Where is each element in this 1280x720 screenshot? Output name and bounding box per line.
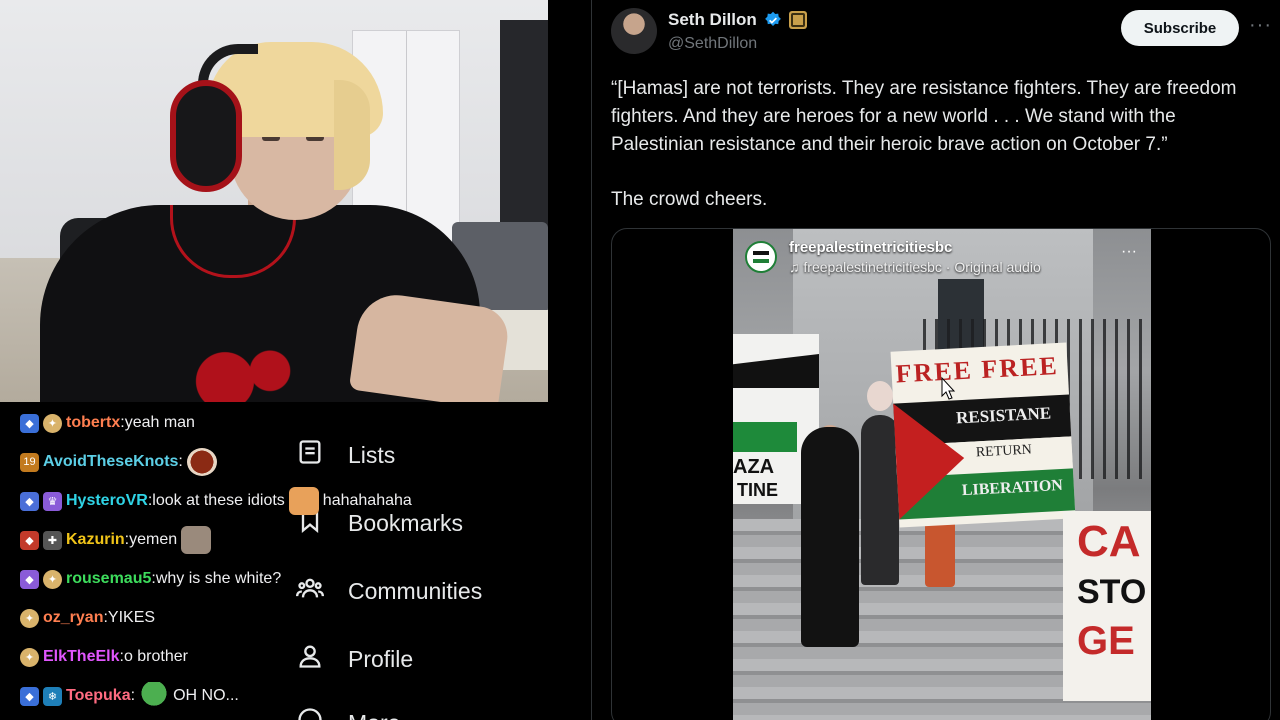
chat-username[interactable]: rousemau5 xyxy=(66,570,151,588)
face-emote-icon xyxy=(181,526,212,554)
chat-text: yemen xyxy=(129,531,178,548)
video-audio-label[interactable]: ♫ freepalestinetricitiesbc · Original au… xyxy=(789,259,1041,275)
subscribe-button[interactable]: Subscribe xyxy=(1121,10,1239,46)
chat-text: OH NO... xyxy=(173,687,239,704)
banner-left-text-1: AZA xyxy=(733,456,775,478)
headset-earcup xyxy=(170,80,242,192)
more-icon xyxy=(296,706,324,720)
chat-overlay: Lists Bookmarks Communities Profile More… xyxy=(0,402,548,720)
column-divider xyxy=(591,0,592,720)
chat-separator: : xyxy=(178,453,183,470)
avatar[interactable] xyxy=(611,8,657,54)
chat-text: yeah man xyxy=(124,414,195,431)
chat-message: 19 AvoidTheseKnots: xyxy=(20,447,217,477)
banner-green-stripe xyxy=(733,422,797,452)
chat-username[interactable]: oz_ryan xyxy=(43,609,103,627)
chat-username[interactable]: ElkTheElk xyxy=(43,648,119,666)
pepe-emote-icon xyxy=(139,682,170,710)
verified-badge-icon xyxy=(764,11,782,29)
more-options-icon[interactable]: ··· xyxy=(1249,14,1272,37)
banner-right-text-1: CA xyxy=(1077,517,1141,566)
nav-profile-label: Profile xyxy=(348,645,414,672)
tweet-media[interactable]: AZA TINE FREE FREE RESISTANE RETURN LIBE… xyxy=(611,228,1271,720)
chat-text-tail: hahahahaha xyxy=(322,492,412,509)
tweet-body-2: The crowd cheers. xyxy=(611,189,768,210)
tweet-handle[interactable]: @SethDillon xyxy=(668,35,757,53)
chat-message: ✦ oz_ryan: YIKES xyxy=(20,603,155,633)
emote-icon xyxy=(186,448,217,476)
nav-communities[interactable]: Communities xyxy=(296,574,482,608)
banner-right-text-3: GE xyxy=(1077,619,1135,663)
nav-more[interactable]: More xyxy=(296,706,400,720)
streamer-webcam xyxy=(0,0,548,402)
protester-body xyxy=(861,415,899,585)
video-username[interactable]: freepalestinetricitiesbc xyxy=(789,239,952,256)
room-dark-panel xyxy=(500,20,548,240)
sub-badge-icon: ◆ xyxy=(20,686,39,706)
speaker-body xyxy=(801,427,859,647)
chat-username[interactable]: HysteroVR xyxy=(66,492,148,510)
protester-head xyxy=(867,381,893,411)
gift-badge-icon: ✦ xyxy=(43,413,62,433)
chat-message: ◆ ✚ Kazurin: yemen xyxy=(20,525,212,555)
banner-black-stripe xyxy=(733,354,819,388)
nav-lists[interactable]: Lists xyxy=(296,438,395,472)
embedded-video[interactable]: AZA TINE FREE FREE RESISTANE RETURN LIBE… xyxy=(733,229,1151,720)
chat-message: ◆ ✦ tobertx: yeah man xyxy=(20,408,195,438)
palestine-flag-banner: FREE FREE RESISTANE RETURN LIBERATION xyxy=(890,342,1076,528)
video-menu-icon[interactable]: ··· xyxy=(1121,243,1137,261)
gift-badge-icon: ✦ xyxy=(43,569,62,589)
snowflake-badge-icon: ❄ xyxy=(43,686,62,706)
chat-username[interactable]: Toepuka xyxy=(66,687,131,705)
chat-message: ◆ ✦ rousemau5: why is she white? xyxy=(20,564,281,594)
sub-badge-icon: ◆ xyxy=(20,569,39,589)
bits-badge-icon: ✚ xyxy=(43,530,62,550)
profile-icon xyxy=(296,642,324,676)
sub-badge-icon: ◆ xyxy=(20,530,39,550)
banner-left-text-2: TINE xyxy=(737,480,779,500)
nav-more-label: More xyxy=(348,710,400,720)
chat-text: look at these idiots xyxy=(152,492,285,509)
chat-message: ✦ ElkTheElk: o brother xyxy=(20,642,188,672)
chat-text: YIKES xyxy=(107,609,156,626)
tweet-display-name[interactable]: Seth Dillon xyxy=(668,10,757,30)
gift-badge-icon: ✦ xyxy=(20,647,39,667)
chat-text: o brother xyxy=(123,648,188,665)
flag-banner-top-text: FREE FREE xyxy=(894,350,1060,389)
cat-emote-icon xyxy=(288,487,319,515)
chat-username[interactable]: tobertx xyxy=(66,414,120,432)
sub-badge-icon: ◆ xyxy=(20,491,39,511)
year-badge-icon: 19 xyxy=(20,452,39,472)
prime-badge-icon: ♛ xyxy=(43,491,62,511)
nav-lists-label: Lists xyxy=(348,441,396,468)
nav-profile[interactable]: Profile xyxy=(296,642,413,676)
chat-username[interactable]: AvoidTheseKnots xyxy=(43,453,178,471)
chat-username[interactable]: Kazurin xyxy=(66,531,125,549)
nav-communities-label: Communities xyxy=(348,577,483,604)
shirt-print xyxy=(165,350,315,402)
flag-banner-text-2: RETURN xyxy=(975,442,1033,461)
video-account-avatar[interactable] xyxy=(745,241,777,273)
tweet-body: “[Hamas] are not terrorists. They are re… xyxy=(611,78,1237,155)
chat-message: ◆ ♛ HysteroVR: look at these idiots haha… xyxy=(20,486,412,516)
list-icon xyxy=(296,438,324,472)
streamer-hair-side xyxy=(334,80,370,190)
mouse-cursor-icon xyxy=(941,376,956,400)
chat-text: why is she white? xyxy=(155,570,282,587)
sub-badge-icon: ◆ xyxy=(20,413,39,433)
communities-icon xyxy=(296,574,324,608)
protest-banner-right: CA STO GE xyxy=(1063,511,1151,701)
banner-right-text-2: STO xyxy=(1077,573,1147,611)
chat-separator: : xyxy=(130,687,136,704)
chat-message: ◆ ❄ Toepuka: OH NO... xyxy=(20,681,239,711)
gift-badge-icon: ✦ xyxy=(20,608,39,628)
headset-band xyxy=(198,44,258,84)
affiliate-badge-icon xyxy=(789,11,807,29)
